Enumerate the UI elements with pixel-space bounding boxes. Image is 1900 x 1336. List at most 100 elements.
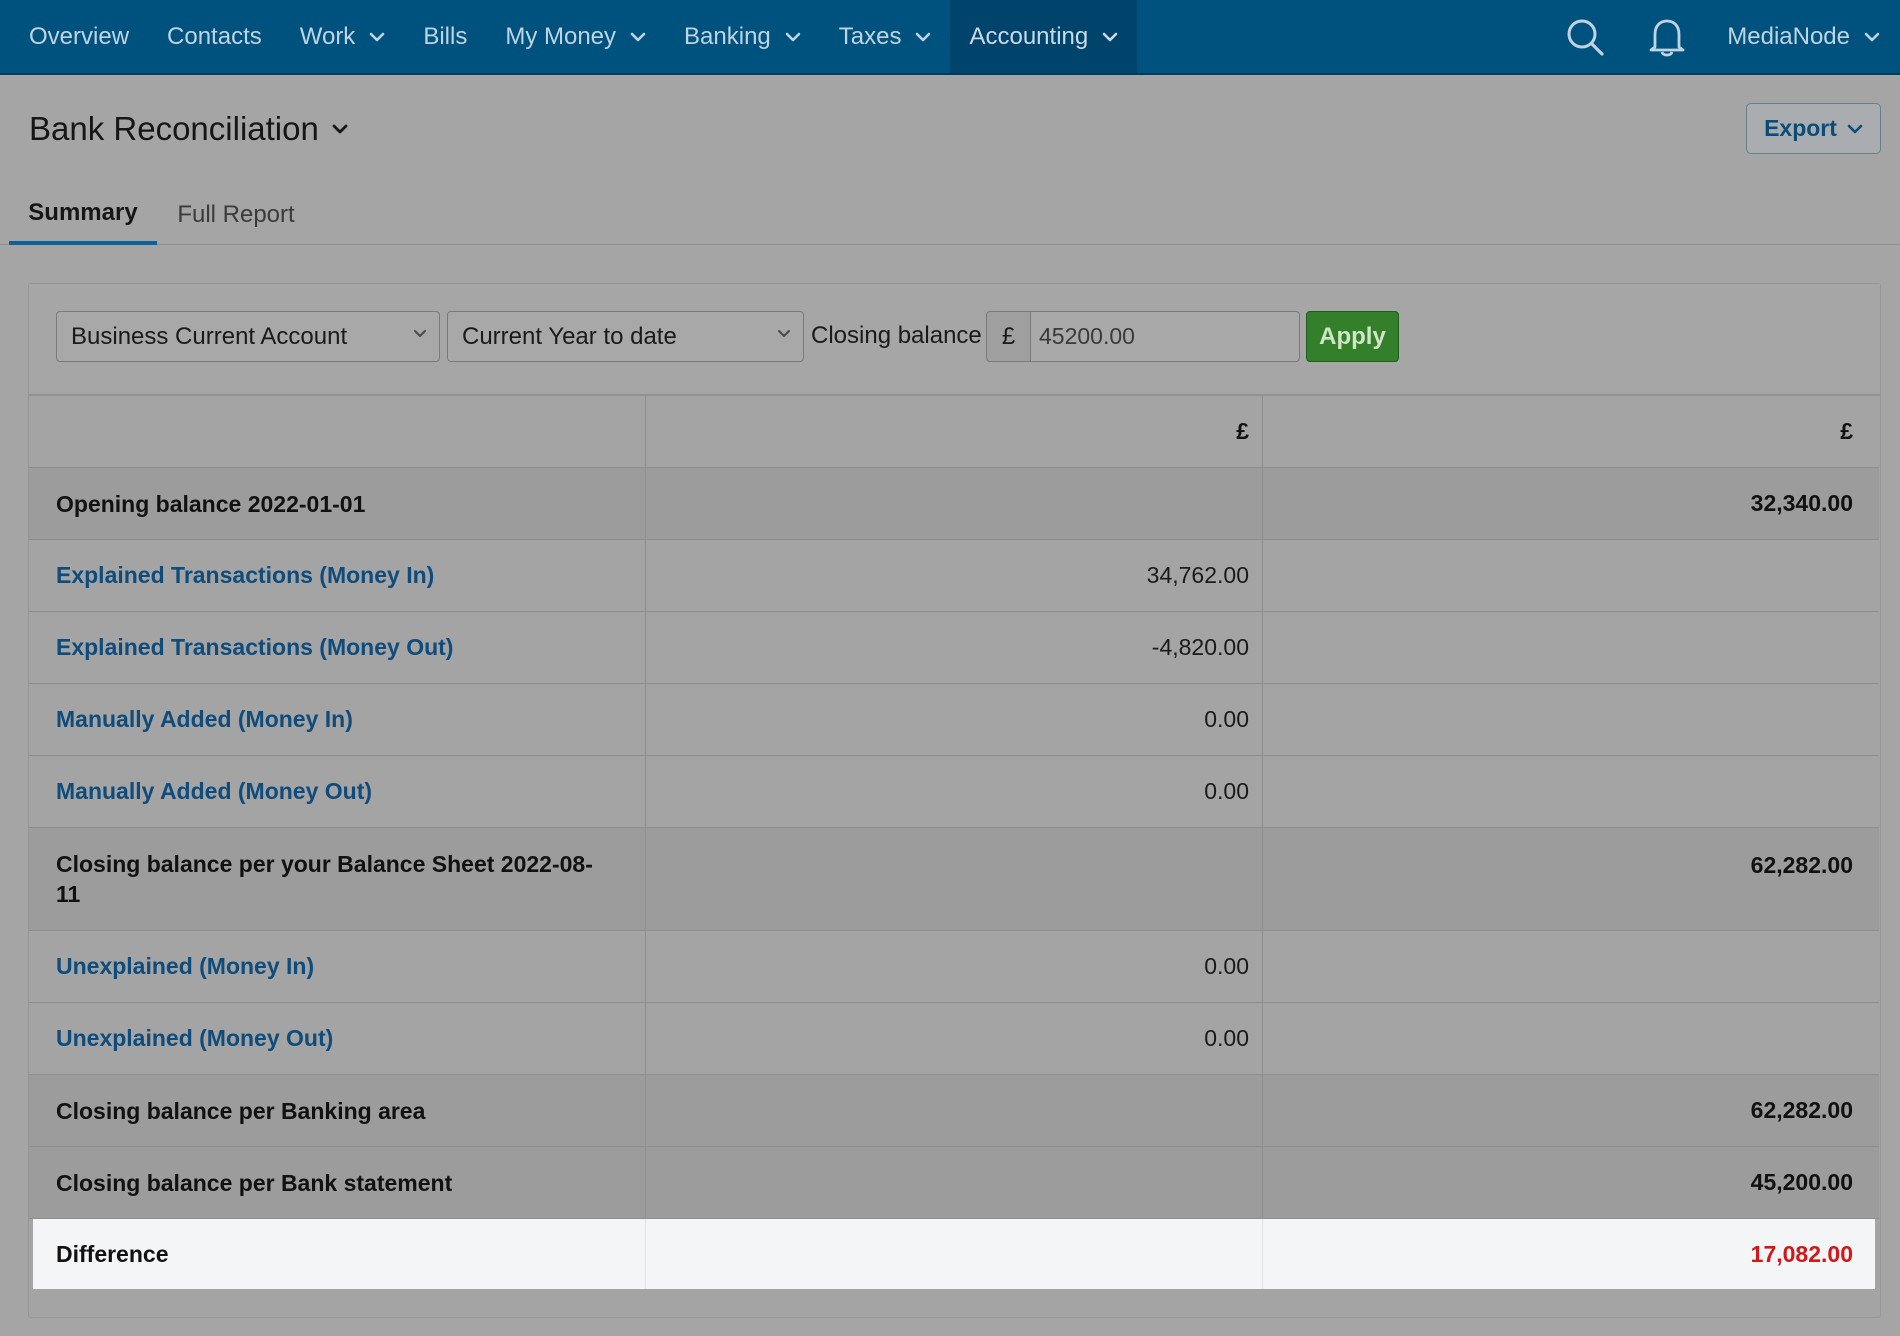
nav-contacts[interactable]: Contacts [148,0,281,73]
row-total: 45,200.00 [1750,1169,1853,1195]
table-row: Explained Transactions (Money In) 34,762… [29,540,1879,612]
row-total-cell: 62,282.00 [1263,1075,1879,1146]
table-row: Unexplained (Money Out) 0.00 [29,1003,1879,1075]
user-menu[interactable]: MediaNode [1727,23,1900,51]
nav-taxes-label: Taxes [838,22,902,50]
top-nav: Overview Contacts Work Bills My Money Ba… [0,0,1900,75]
row-total-cell [1263,756,1879,827]
tab-summary[interactable]: Summary [9,185,157,245]
currency-header: £ [1236,418,1249,444]
row-label-cell: Opening balance 2022-01-01 [29,468,646,539]
row-amount-cell [646,828,1263,930]
row-label: Opening balance 2022-01-01 [56,490,366,517]
header-label-cell [29,396,646,467]
explained-money-out-link[interactable]: Explained Transactions (Money Out) [56,634,453,661]
row-amount-cell: 0.00 [646,1003,1263,1074]
page-title-dropdown[interactable]: Bank Reconciliation [29,110,349,148]
filter-bar: Business Current Account Current Year to… [29,284,1880,396]
row-total: 32,340.00 [1750,490,1853,516]
row-total: 62,282.00 [1750,1097,1853,1123]
nav-my-money[interactable]: My Money [486,0,665,73]
reconciliation-panel: Business Current Account Current Year to… [28,283,1881,1318]
table-row: Manually Added (Money In) 0.00 [29,684,1879,756]
row-amount: 34,762.00 [1146,562,1249,588]
nav-work-label: Work [299,22,356,50]
page-title: Bank Reconciliation [29,110,319,147]
row-total-cell: 45,200.00 [1263,1147,1879,1218]
closing-balance-input[interactable] [1030,311,1300,362]
nav-accounting[interactable]: Accounting [950,0,1138,73]
nav-bills-label: Bills [423,22,468,50]
manually-added-money-out-link[interactable]: Manually Added (Money Out) [56,778,372,805]
nav-banking[interactable]: Banking [665,0,820,73]
period-select[interactable]: Current Year to date [447,311,804,362]
closing-balance-label: Closing balance [811,322,982,349]
nav-overview-label: Overview [29,22,130,50]
row-total-cell [1263,931,1879,1002]
nav-contacts-label: Contacts [167,22,262,50]
chevron-down-icon [331,123,349,135]
row-amount: -4,820.00 [1151,634,1249,660]
row-amount-cell: -4,820.00 [646,612,1263,683]
nav-overview[interactable]: Overview [10,0,148,73]
row-label-cell: Explained Transactions (Money Out) [29,612,646,683]
row-amount-cell [646,1075,1263,1146]
table-row: Explained Transactions (Money Out) -4,82… [29,612,1879,684]
difference-label: Difference [56,1241,169,1267]
chevron-down-icon [785,32,801,42]
account-select[interactable]: Business Current Account [56,311,440,362]
nav-my-money-label: My Money [505,22,617,50]
row-total-cell [1263,612,1879,683]
row-label-cell: Closing balance per Banking area [29,1075,646,1146]
table-row: Unexplained (Money In) 0.00 [29,931,1879,1003]
row-total-cell [1263,540,1879,611]
export-button[interactable]: Export [1746,103,1881,154]
currency-header: £ [1840,418,1853,444]
apply-button[interactable]: Apply [1306,311,1399,362]
difference-value: 17,082.00 [1750,1240,1853,1267]
period-select-value: Current Year to date [462,322,677,350]
row-label-cell: Unexplained (Money In) [29,931,646,1002]
row-amount-cell: 0.00 [646,756,1263,827]
chevron-down-icon [413,329,427,339]
unexplained-money-in-link[interactable]: Unexplained (Money In) [56,953,314,980]
unexplained-money-out-link[interactable]: Unexplained (Money Out) [56,1025,333,1052]
chevron-down-icon [369,32,385,42]
table-row: Closing balance per your Balance Sheet 2… [29,828,1879,931]
search-icon[interactable] [1565,17,1605,57]
row-label-cell: Unexplained (Money Out) [29,1003,646,1074]
row-amount-cell [646,1147,1263,1218]
tab-full-report[interactable]: Full Report [157,185,315,245]
nav-bills[interactable]: Bills [404,0,486,73]
row-label-cell: Closing balance per Bank statement [29,1147,646,1218]
nav-work[interactable]: Work [281,0,405,73]
row-amount: 0.00 [1204,778,1249,804]
explained-money-in-link[interactable]: Explained Transactions (Money In) [56,562,434,589]
row-total: 62,282.00 [1750,852,1853,878]
row-amount-cell: 0.00 [646,931,1263,1002]
row-total-cell: 62,282.00 [1263,828,1879,930]
row-label-cell: Difference [33,1219,646,1289]
row-label: Closing balance per Bank statement [56,1169,453,1196]
nav-taxes[interactable]: Taxes [820,0,951,73]
nav-right-group: MediaNode [1565,0,1900,73]
user-name: MediaNode [1727,22,1850,50]
account-select-value: Business Current Account [71,322,348,350]
table-row: Manually Added (Money Out) 0.00 [29,756,1879,828]
row-total-cell: 17,082.00 [1263,1219,1875,1289]
table-header-row: £ £ [29,396,1879,468]
nav-banking-label: Banking [684,22,771,50]
row-amount: 0.00 [1204,1025,1249,1051]
header-currency-cell: £ [1263,396,1879,467]
row-amount: 0.00 [1204,953,1249,979]
row-label-cell: Explained Transactions (Money In) [29,540,646,611]
table-row: Closing balance per Banking area 62,282.… [29,1075,1879,1147]
bell-icon[interactable] [1647,17,1687,57]
chevron-down-icon [1864,32,1880,42]
manually-added-money-in-link[interactable]: Manually Added (Money In) [56,706,353,733]
row-amount-cell [646,468,1263,539]
chevron-down-icon [915,32,931,42]
difference-row: Difference 17,082.00 [33,1219,1875,1289]
table-row: Opening balance 2022-01-01 32,340.00 [29,468,1879,540]
row-amount: 0.00 [1204,706,1249,732]
